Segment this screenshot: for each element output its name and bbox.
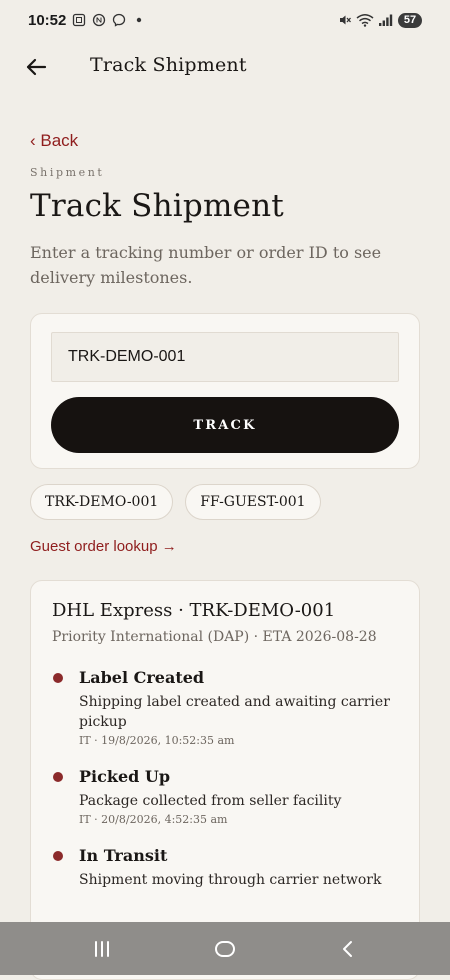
app-bar: Track Shipment bbox=[0, 40, 450, 94]
milestone-title: Picked Up bbox=[79, 767, 171, 786]
service-line: Priority International (DAP) · ETA 2026-… bbox=[52, 629, 377, 645]
back-arrow-icon[interactable] bbox=[22, 53, 50, 81]
home-icon[interactable] bbox=[205, 929, 245, 969]
status-right: 57 bbox=[338, 12, 422, 28]
milestone-item: Picked Up Package collected from seller … bbox=[52, 766, 399, 828]
page-title: Track Shipment bbox=[30, 188, 284, 224]
milestone-dot-icon bbox=[53, 673, 63, 683]
recent-apps-icon[interactable] bbox=[82, 929, 122, 969]
wifi-icon bbox=[356, 13, 374, 27]
guest-order-lookup-link[interactable]: Guest order lookup → bbox=[30, 538, 177, 555]
milestone-title: In Transit bbox=[79, 846, 168, 865]
carrier-line: DHL Express · TRK-DEMO-001 bbox=[52, 600, 336, 621]
milestone-meta: IT · 20/8/2026, 4:52:35 am bbox=[79, 813, 228, 826]
milestone-item: In Transit Shipment moving through carri… bbox=[52, 845, 399, 890]
milestone-description: Shipping label created and awaiting carr… bbox=[79, 694, 390, 730]
battery-indicator: 57 bbox=[398, 12, 422, 28]
nfc-icon bbox=[92, 13, 106, 27]
milestone-list: Label Created Shipping label created and… bbox=[52, 667, 399, 890]
shipment-result-card: DHL Express · TRK-DEMO-001 Priority Inte… bbox=[30, 580, 420, 980]
screenshot-icon bbox=[72, 13, 86, 27]
status-time: 10:52 bbox=[28, 11, 67, 29]
messenger-icon bbox=[112, 13, 126, 27]
eyebrow-label: Shipment bbox=[30, 166, 105, 179]
status-left: 10:52 bbox=[28, 12, 146, 29]
system-nav-bar bbox=[0, 922, 450, 975]
status-bar: 10:52 57 bbox=[0, 0, 450, 40]
milestone-dot-icon bbox=[53, 851, 63, 861]
milestone-meta: IT · 19/8/2026, 10:52:35 am bbox=[79, 734, 235, 747]
page-subtitle: Enter a tracking number or order ID to s… bbox=[30, 243, 382, 287]
back-icon[interactable] bbox=[328, 929, 368, 969]
back-link[interactable]: ‹ Back bbox=[30, 131, 78, 151]
chip-trk-demo-001[interactable]: TRK-DEMO-001 bbox=[30, 484, 174, 520]
milestone-description: Shipment moving through carrier network bbox=[79, 872, 382, 888]
milestone-dot-icon bbox=[53, 772, 63, 782]
milestone-description: Package collected from seller facility bbox=[79, 793, 342, 809]
milestone-title: Label Created bbox=[79, 668, 205, 687]
mute-icon bbox=[338, 13, 352, 27]
search-card: TRACK bbox=[30, 313, 420, 469]
signal-icon bbox=[378, 13, 394, 27]
dot-icon bbox=[132, 13, 146, 27]
chip-ff-guest-001[interactable]: FF-GUEST-001 bbox=[185, 484, 321, 520]
app-bar-title: Track Shipment bbox=[90, 54, 247, 76]
tracking-input[interactable] bbox=[51, 332, 399, 382]
track-button[interactable]: TRACK bbox=[51, 397, 399, 453]
milestone-item: Label Created Shipping label created and… bbox=[52, 667, 399, 749]
recent-chips: TRK-DEMO-001 FF-GUEST-001 bbox=[30, 484, 321, 520]
